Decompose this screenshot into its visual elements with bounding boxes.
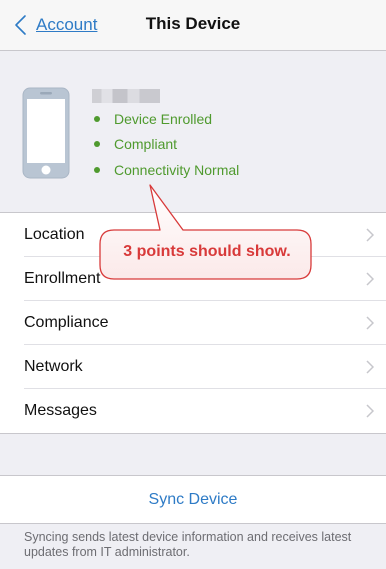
phone-icon <box>22 87 70 179</box>
chevron-right-icon <box>366 316 374 330</box>
menu-item-label: Enrollment <box>24 270 101 287</box>
navigation-bar: Account This Device <box>0 0 386 51</box>
status-label: Connectivity Normal <box>114 162 240 178</box>
status-dot <box>94 141 100 147</box>
annotation-text: 3 points should show. <box>123 243 291 260</box>
chevron-right-icon <box>366 272 374 286</box>
menu-item-label: Network <box>24 358 83 375</box>
menu-item-compliance[interactable]: Compliance <box>0 301 386 345</box>
menu-item-label: Location <box>24 226 85 243</box>
status-label: Compliant <box>114 136 178 152</box>
page-title: This Device <box>145 14 241 33</box>
device-summary: iPhone Device Enrolled Compliant Connect… <box>0 52 386 210</box>
status-item: Device Enrolled <box>94 111 212 127</box>
status-label: Device Enrolled <box>114 111 213 127</box>
device-name: iPhone <box>92 89 160 103</box>
chevron-right-icon <box>366 360 374 374</box>
menu-item-messages[interactable]: Messages <box>0 389 386 433</box>
status-dot <box>94 116 100 122</box>
sync-device-button[interactable]: Sync Device <box>0 475 386 524</box>
chevron-right-icon <box>366 228 374 242</box>
device-screen: Account This Device iPhone Device Enroll… <box>0 0 386 569</box>
menu-item-label: Compliance <box>24 314 109 331</box>
chevron-right-icon <box>366 404 374 418</box>
menu-item-network[interactable]: Network <box>0 345 386 389</box>
sync-footnote: Syncing sends latest device information … <box>24 530 352 559</box>
status-item: Connectivity Normal <box>94 162 239 178</box>
status-dot <box>94 167 100 173</box>
status-item: Compliant <box>94 136 177 152</box>
menu-item-label: Messages <box>24 402 97 419</box>
menu-item-enrollment[interactable]: Enrollment <box>0 257 386 301</box>
